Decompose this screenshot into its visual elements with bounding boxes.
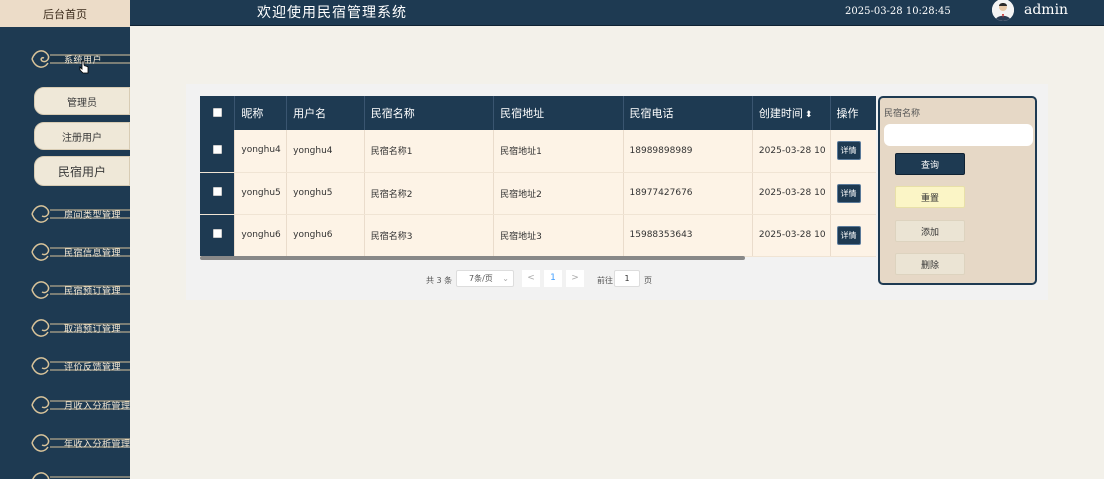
horizontal-scrollbar[interactable] — [200, 256, 745, 260]
detail-button[interactable]: 详情 — [836, 141, 861, 161]
row-checkbox[interactable] — [200, 172, 236, 215]
checkbox-icon[interactable] — [212, 229, 222, 238]
sort-icon[interactable]: ⬍ — [805, 110, 813, 120]
cell-homestay-address: 民宿地址2 — [493, 172, 624, 215]
data-table-wrapper: 昵称 用户名 民宿名称 民宿地址 民宿电话 创建时间 ⬍ 操作 yonghu4 y… — [200, 96, 876, 258]
cell-homestay-phone: 18977427676 — [623, 172, 753, 215]
sidebar-subitem-homestay-users[interactable]: 民宿用户 — [34, 156, 130, 186]
sidebar-item-label: 月收入分析管理 — [64, 401, 130, 412]
query-button[interactable]: 查询 — [895, 153, 965, 175]
cell-homestay-name: 民宿名称2 — [364, 172, 495, 215]
sidebar-home-tab[interactable]: 后台首页 — [0, 0, 130, 27]
search-field-label: 民宿名称 — [884, 109, 921, 119]
checkbox-icon[interactable] — [212, 144, 222, 154]
goto-unit: 页 — [644, 276, 652, 285]
checkbox-icon[interactable] — [212, 187, 222, 196]
cell-homestay-address: 民宿地址1 — [493, 130, 624, 173]
row-checkbox[interactable] — [200, 130, 236, 173]
sidebar-item-cancellations[interactable]: 取消预订管理 — [0, 313, 130, 343]
checkbox-icon[interactable] — [212, 107, 222, 117]
column-header-actions: 操作 — [830, 96, 876, 130]
cell-created-time: 2025-03-28 10 — [752, 130, 831, 173]
cell-actions: 详情 — [830, 130, 876, 173]
add-button[interactable]: 添加 — [895, 220, 965, 242]
cell-homestay-name: 民宿名称3 — [364, 214, 495, 257]
goto-page-input[interactable]: 1 — [614, 270, 640, 287]
cell-created-time: 2025-03-28 10 — [752, 172, 831, 215]
sidebar-item-label: 年收入分析管理 — [64, 439, 130, 450]
cell-homestay-phone: 18989898989 — [623, 130, 753, 173]
sidebar-item-feedback[interactable]: 评价反馈管理 — [0, 351, 130, 381]
column-header-homestay-name: 民宿名称 — [364, 96, 495, 130]
sidebar-item-label: 民宿预订管理 — [64, 286, 122, 297]
sidebar-item-partial[interactable] — [0, 466, 130, 479]
column-header-username: 用户名 — [286, 96, 365, 130]
chevron-down-icon: ⌄ — [502, 274, 509, 283]
detail-button[interactable]: 详情 — [836, 225, 861, 245]
row-checkbox[interactable] — [200, 214, 236, 257]
cell-homestay-address: 民宿地址3 — [493, 214, 624, 257]
cell-created-time: 2025-03-28 10 — [752, 214, 831, 257]
top-header: 欢迎使用民宿管理系统 2025-03-28 10:28:45 admin — [130, 0, 1104, 26]
cell-username: yonghu6 — [286, 214, 365, 257]
cell-username: yonghu4 — [286, 130, 365, 173]
mouse-cursor-icon — [79, 60, 89, 74]
reset-button[interactable]: 重置 — [895, 186, 965, 208]
cell-actions: 详情 — [830, 172, 876, 215]
search-input[interactable] — [884, 124, 1033, 146]
goto-label: 前往 — [597, 276, 613, 285]
sidebar-item-monthly-income[interactable]: 月收入分析管理 — [0, 390, 130, 420]
sidebar-item-label: 民宿信息管理 — [64, 248, 122, 259]
cell-homestay-phone: 15988353643 — [623, 214, 753, 257]
cell-nickname: yonghu6 — [234, 214, 288, 257]
sidebar-item-homestay-info[interactable]: 民宿信息管理 — [0, 237, 130, 267]
cell-homestay-name: 民宿名称1 — [364, 130, 495, 173]
cell-nickname: yonghu4 — [234, 130, 288, 173]
next-page-button[interactable]: > — [566, 270, 584, 287]
table-header-row: 昵称 用户名 民宿名称 民宿地址 民宿电话 创建时间 ⬍ 操作 — [200, 96, 876, 130]
column-header-label: 创建时间 — [758, 107, 803, 120]
sidebar-item-bookings[interactable]: 民宿预订管理 — [0, 275, 130, 305]
detail-button[interactable]: 详情 — [836, 183, 861, 203]
page-title: 欢迎使用民宿管理系统 — [257, 5, 407, 21]
sidebar-item-label: 评价反馈管理 — [64, 362, 122, 373]
sidebar-item-yearly-income[interactable]: 年收入分析管理 — [0, 428, 130, 458]
column-header-created-time[interactable]: 创建时间 ⬍ — [752, 96, 831, 130]
page-size-select[interactable]: 7条/页 ⌄ — [456, 270, 514, 287]
sidebar-subitem-registered-users[interactable]: 注册用户 — [34, 122, 130, 150]
sidebar-item-room-types[interactable]: 房间类型管理 — [0, 199, 130, 229]
pagination-total: 共 3 条 — [426, 276, 453, 285]
table-row: yonghu6 yonghu6 民宿名称3 民宿地址3 15988353643 … — [200, 214, 876, 257]
table-row: yonghu5 yonghu5 民宿名称2 民宿地址2 18977427676 … — [200, 172, 876, 215]
search-panel: 民宿名称 查询 重置 添加 删除 — [878, 96, 1037, 285]
select-all-checkbox[interactable] — [200, 96, 236, 130]
sidebar-subitem-admin[interactable]: 管理员 — [34, 87, 130, 115]
sidebar-item-label: 取消预订管理 — [64, 324, 122, 335]
table-row: yonghu4 yonghu4 民宿名称1 民宿地址1 18989898989 … — [200, 130, 876, 173]
cell-username: yonghu5 — [286, 172, 365, 215]
user-avatar-icon — [992, 0, 1014, 21]
header-datetime: 2025-03-28 10:28:45 — [845, 6, 951, 17]
prev-page-button[interactable]: < — [522, 270, 540, 287]
delete-button[interactable]: 删除 — [895, 253, 965, 275]
sidebar: 后台首页 系统用户 管理员 注册用户 民宿用户 房间类型管理 民宿信息管理 民宿… — [0, 0, 130, 479]
cell-nickname: yonghu5 — [234, 172, 288, 215]
column-header-homestay-address: 民宿地址 — [493, 96, 624, 130]
data-table: 昵称 用户名 民宿名称 民宿地址 民宿电话 创建时间 ⬍ 操作 yonghu4 y… — [200, 96, 876, 257]
cell-actions: 详情 — [830, 214, 876, 257]
column-header-nickname: 昵称 — [234, 96, 288, 130]
avatar[interactable] — [992, 0, 1014, 21]
sidebar-item-label: 房间类型管理 — [64, 210, 122, 221]
page-size-value: 7条/页 — [469, 274, 493, 283]
ornament-icon — [32, 472, 130, 479]
page-number-current[interactable]: 1 — [544, 270, 562, 287]
header-username[interactable]: admin — [1024, 2, 1068, 18]
sidebar-item-system-users[interactable]: 系统用户 — [0, 44, 130, 74]
column-header-homestay-phone: 民宿电话 — [623, 96, 753, 130]
